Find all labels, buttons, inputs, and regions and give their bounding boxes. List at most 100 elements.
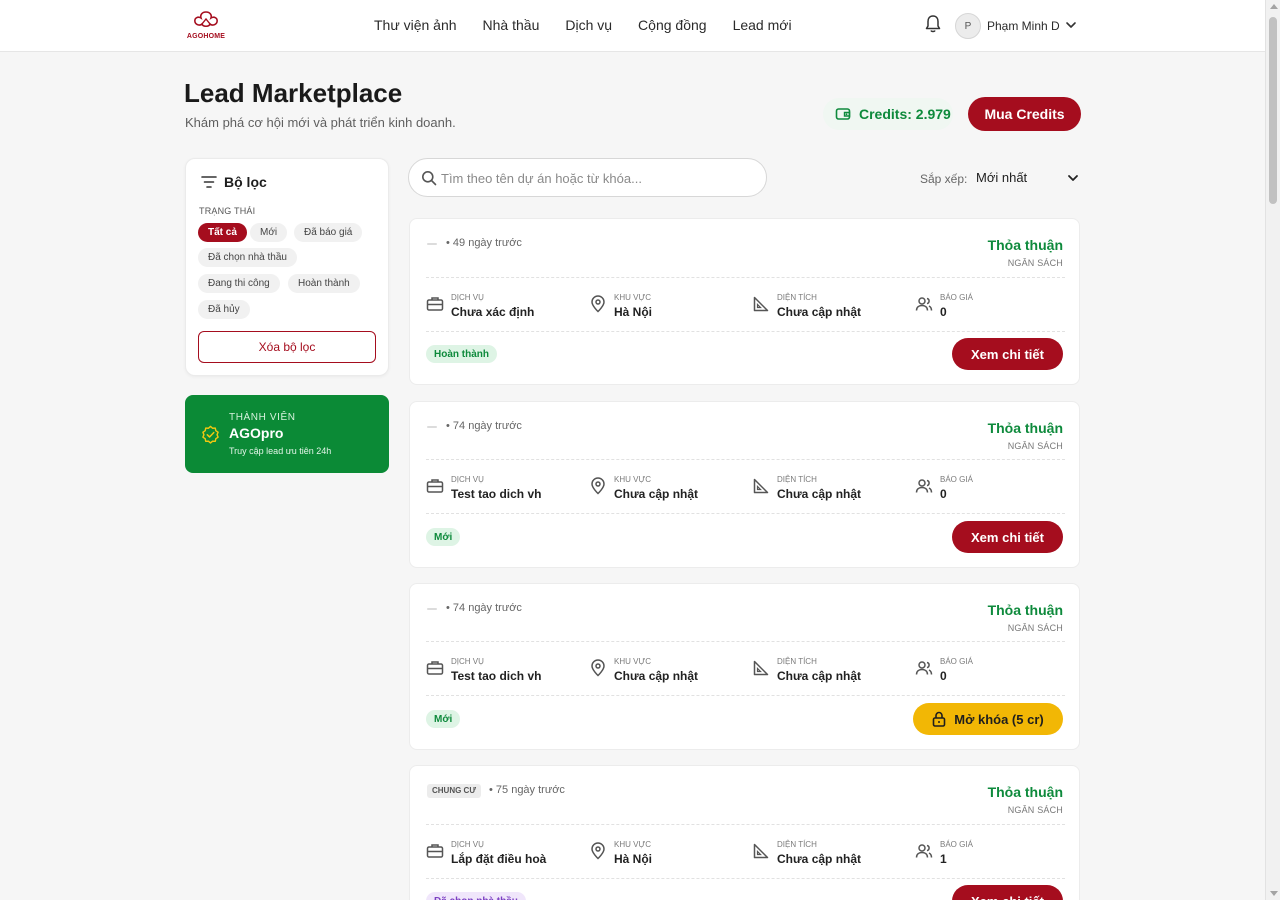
lead-posted-time: • 74 ngày trước (446, 420, 522, 432)
lead-status-badge: Đã chọn nhà thầu (426, 892, 526, 900)
filter-chip-da-chon-nha-thau[interactable]: Đã chọn nhà thầu (198, 248, 297, 267)
search-input[interactable] (441, 168, 751, 188)
users-icon (915, 844, 933, 858)
divider (426, 459, 1065, 460)
lead-card[interactable]: CHUNG CƯ • 75 ngày trước Thỏa thuận NGÂN… (409, 765, 1080, 900)
lead-category-tag (427, 420, 437, 433)
sort-select[interactable]: Mới nhất (976, 170, 1027, 185)
member-kicker: THÀNH VIÊN (229, 412, 296, 423)
lead-budget: Thỏa thuận (987, 237, 1063, 253)
filter-chip-hoan-thanh[interactable]: Hoàn thành (288, 274, 360, 293)
agohome-logo[interactable]: AGOHOME (184, 10, 228, 42)
filter-icon (201, 176, 217, 188)
lead-budget: Thỏa thuận (987, 420, 1063, 436)
top-navbar: AGOHOME Thư viện ảnh Nhà thầu Dịch vụ Cộ… (0, 0, 1265, 52)
lead-budget-label: NGÂN SÁCH (1007, 258, 1063, 268)
location-pin-icon (591, 842, 605, 860)
lead-budget-label: NGÂN SÁCH (1007, 805, 1063, 815)
lead-budget: Thỏa thuận (987, 602, 1063, 618)
lead-category-tag (427, 602, 437, 615)
scroll-thumb[interactable] (1269, 17, 1277, 204)
divider (426, 513, 1065, 514)
nav-dich-vu[interactable]: Dịch vụ (565, 17, 612, 33)
briefcase-icon (426, 661, 444, 675)
lead-category-label: CHUNG CƯ (427, 783, 481, 798)
scroll-up-arrow-icon[interactable] (1270, 4, 1278, 9)
divider (426, 695, 1065, 696)
page-scrollbar[interactable] (1265, 0, 1280, 900)
avatar[interactable]: P (955, 13, 981, 39)
wallet-icon (835, 108, 851, 120)
unlock-lead-button[interactable]: Mở khóa (5 cr) (913, 703, 1063, 735)
user-name[interactable]: Phạm Minh D (987, 19, 1060, 33)
filter-chip-dang-thi-cong[interactable]: Đang thi công (198, 274, 280, 293)
filter-title: Bộ lọc (224, 174, 267, 190)
main-nav: Thư viện ảnh Nhà thầu Dịch vụ Cộng đồng … (374, 17, 792, 33)
chevron-down-icon[interactable] (1065, 19, 1077, 31)
agopro-membership-card[interactable]: THÀNH VIÊN AGOpro Truy cập lead ưu tiên … (185, 395, 389, 473)
briefcase-icon (426, 844, 444, 858)
nav-nha-thau[interactable]: Nhà thầu (483, 17, 540, 33)
logo-text: AGOHOME (186, 33, 226, 40)
search-box[interactable] (408, 158, 767, 197)
ruler-triangle-icon (753, 660, 769, 676)
chevron-down-icon[interactable] (1067, 172, 1079, 184)
location-pin-icon (591, 659, 605, 677)
view-detail-button[interactable]: Xem chi tiết (952, 521, 1063, 553)
nav-thu-vien-anh[interactable]: Thư viện ảnh (374, 17, 457, 33)
briefcase-icon (426, 297, 444, 311)
lead-status-badge: Mới (426, 528, 461, 546)
lead-budget: Thỏa thuận (987, 784, 1063, 800)
ruler-triangle-icon (753, 843, 769, 859)
lead-card[interactable]: • 74 ngày trước Thỏa thuận NGÂN SÁCH DỊC… (409, 401, 1080, 568)
users-icon (915, 297, 933, 311)
divider (426, 824, 1065, 825)
lead-status-badge: Mới (426, 710, 461, 728)
scroll-down-arrow-icon[interactable] (1270, 891, 1278, 896)
buy-credits-button[interactable]: Mua Credits (968, 97, 1081, 131)
ruler-triangle-icon (753, 296, 769, 312)
location-pin-icon (591, 477, 605, 495)
member-title: AGOpro (229, 425, 284, 441)
nav-cong-dong[interactable]: Cộng đồng (638, 17, 707, 33)
lead-budget-label: NGÂN SÁCH (1007, 623, 1063, 633)
filter-chip-moi[interactable]: Mới (250, 223, 288, 242)
filter-panel: Bộ lọc TRẠNG THÁI Tất cả Mới Đã báo giá … (185, 158, 389, 376)
verified-badge-icon (202, 425, 219, 444)
lead-posted-time: • 74 ngày trước (446, 602, 522, 614)
divider (426, 277, 1065, 278)
ruler-triangle-icon (753, 478, 769, 494)
nav-lead-moi[interactable]: Lead mới (733, 17, 792, 33)
logo-icon (194, 11, 218, 28)
bell-icon[interactable] (924, 14, 942, 34)
filter-chip-tat-ca[interactable]: Tất cả (198, 223, 247, 242)
divider (426, 331, 1065, 332)
status-filter-label: TRẠNG THÁI (199, 206, 256, 216)
lead-budget-label: NGÂN SÁCH (1007, 441, 1063, 451)
member-description: Truy cập lead ưu tiên 24h (229, 446, 332, 456)
clear-filter-button[interactable]: Xóa bộ lọc (198, 331, 376, 363)
lead-category-tag (427, 237, 437, 250)
credits-balance: Credits: 2.979 (823, 98, 953, 130)
users-icon (915, 479, 933, 493)
unlock-label: Mở khóa (5 cr) (954, 711, 1044, 727)
lead-posted-time: • 49 ngày trước (446, 237, 522, 249)
divider (426, 878, 1065, 879)
location-pin-icon (591, 295, 605, 313)
lead-card[interactable]: • 74 ngày trước Thỏa thuận NGÂN SÁCH DỊC… (409, 583, 1080, 750)
view-detail-button[interactable]: Xem chi tiết (952, 338, 1063, 370)
lead-category-tag: CHUNG CƯ (427, 783, 481, 798)
users-icon (915, 661, 933, 675)
filter-chip-da-bao-gia[interactable]: Đã báo giá (294, 223, 363, 242)
lock-icon (932, 711, 946, 727)
view-detail-button[interactable]: Xem chi tiết (952, 885, 1063, 900)
filter-chip-da-huy[interactable]: Đã hủy (198, 300, 250, 319)
page-subtitle: Khám phá cơ hội mới và phát triển kinh d… (185, 115, 456, 130)
page-title: Lead Marketplace (184, 78, 403, 108)
briefcase-icon (426, 479, 444, 493)
search-icon (422, 171, 437, 186)
credits-label: Credits: 2.979 (859, 106, 951, 122)
lead-status-badge: Hoàn thành (426, 345, 497, 363)
lead-card[interactable]: • 49 ngày trước Thỏa thuận NGÂN SÁCH DỊC… (409, 218, 1080, 385)
sort-label: Sắp xếp: (920, 172, 968, 186)
